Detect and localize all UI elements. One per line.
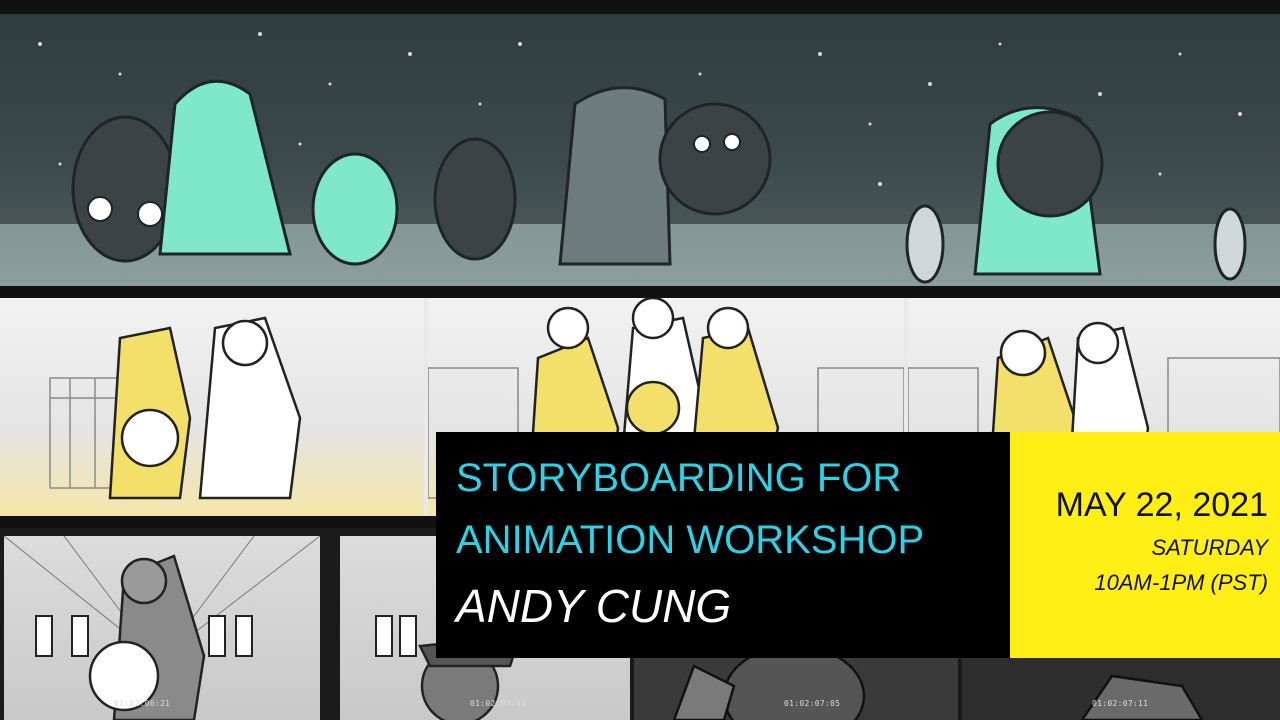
event-date: MAY 22, 2021 <box>1055 486 1268 524</box>
presenter-name: ANDY CUNG <box>456 580 732 632</box>
storyboard-panel <box>0 298 424 516</box>
storyboard-illustration-top <box>0 32 1280 286</box>
storyboard-frame: 01:02:06:21 <box>4 536 320 720</box>
storyboard-strip-top <box>0 14 1280 286</box>
workshop-title-line-1: STORYBOARDING FOR <box>456 456 902 500</box>
timecode-label: 01:02:07:05 <box>784 699 841 708</box>
timecode-label: 01:02:07:02 <box>470 699 527 708</box>
event-time: 10AM-1PM (PST) <box>1094 570 1268 595</box>
storyboard-illustration <box>49 316 302 500</box>
timecode-label: 01:02:07:11 <box>1092 699 1149 708</box>
workshop-title-line-2: ANIMATION WORKSHOP <box>456 518 925 562</box>
event-day: SATURDAY <box>1151 535 1268 560</box>
timecode-label: 01:02:06:21 <box>114 699 171 708</box>
storyboard-illustration <box>4 536 320 720</box>
